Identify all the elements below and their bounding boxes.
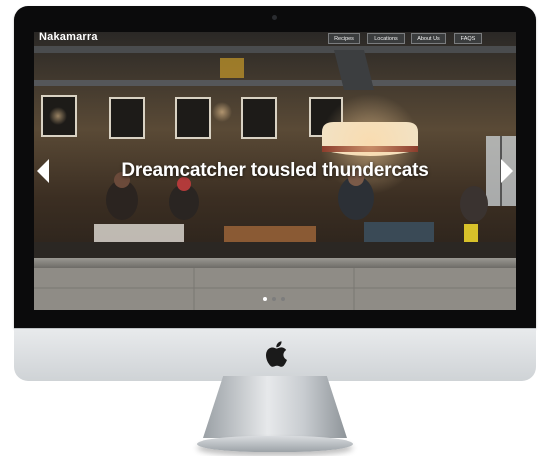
site-brand-logo[interactable]: Nakamarra xyxy=(39,32,98,43)
chevron-right-icon[interactable] xyxy=(500,158,514,184)
website-screen: Nakamarra Recipes Locations About Us FAQ… xyxy=(34,32,516,310)
monitor-chin xyxy=(14,328,536,381)
monitor-stand-base xyxy=(197,436,353,452)
camera-icon xyxy=(272,15,277,20)
nav-locations-button[interactable]: Locations xyxy=(367,33,405,44)
nav-faqs-button[interactable]: FAQS xyxy=(454,33,482,44)
apple-logo-icon xyxy=(266,341,287,367)
chevron-left-icon[interactable] xyxy=(36,158,50,184)
site-navbar: Nakamarra Recipes Locations About Us FAQ… xyxy=(34,32,516,48)
carousel-indicator-dots xyxy=(260,296,290,304)
nav-about-us-button[interactable]: About Us xyxy=(411,33,446,44)
hero-caption: Dreamcatcher tousled thundercats xyxy=(121,160,429,181)
monitor-stand xyxy=(203,376,347,438)
carousel-dot[interactable] xyxy=(272,297,276,301)
nav-recipes-button[interactable]: Recipes xyxy=(328,33,360,44)
carousel-dot[interactable] xyxy=(281,297,285,301)
carousel-dot[interactable] xyxy=(263,297,267,301)
